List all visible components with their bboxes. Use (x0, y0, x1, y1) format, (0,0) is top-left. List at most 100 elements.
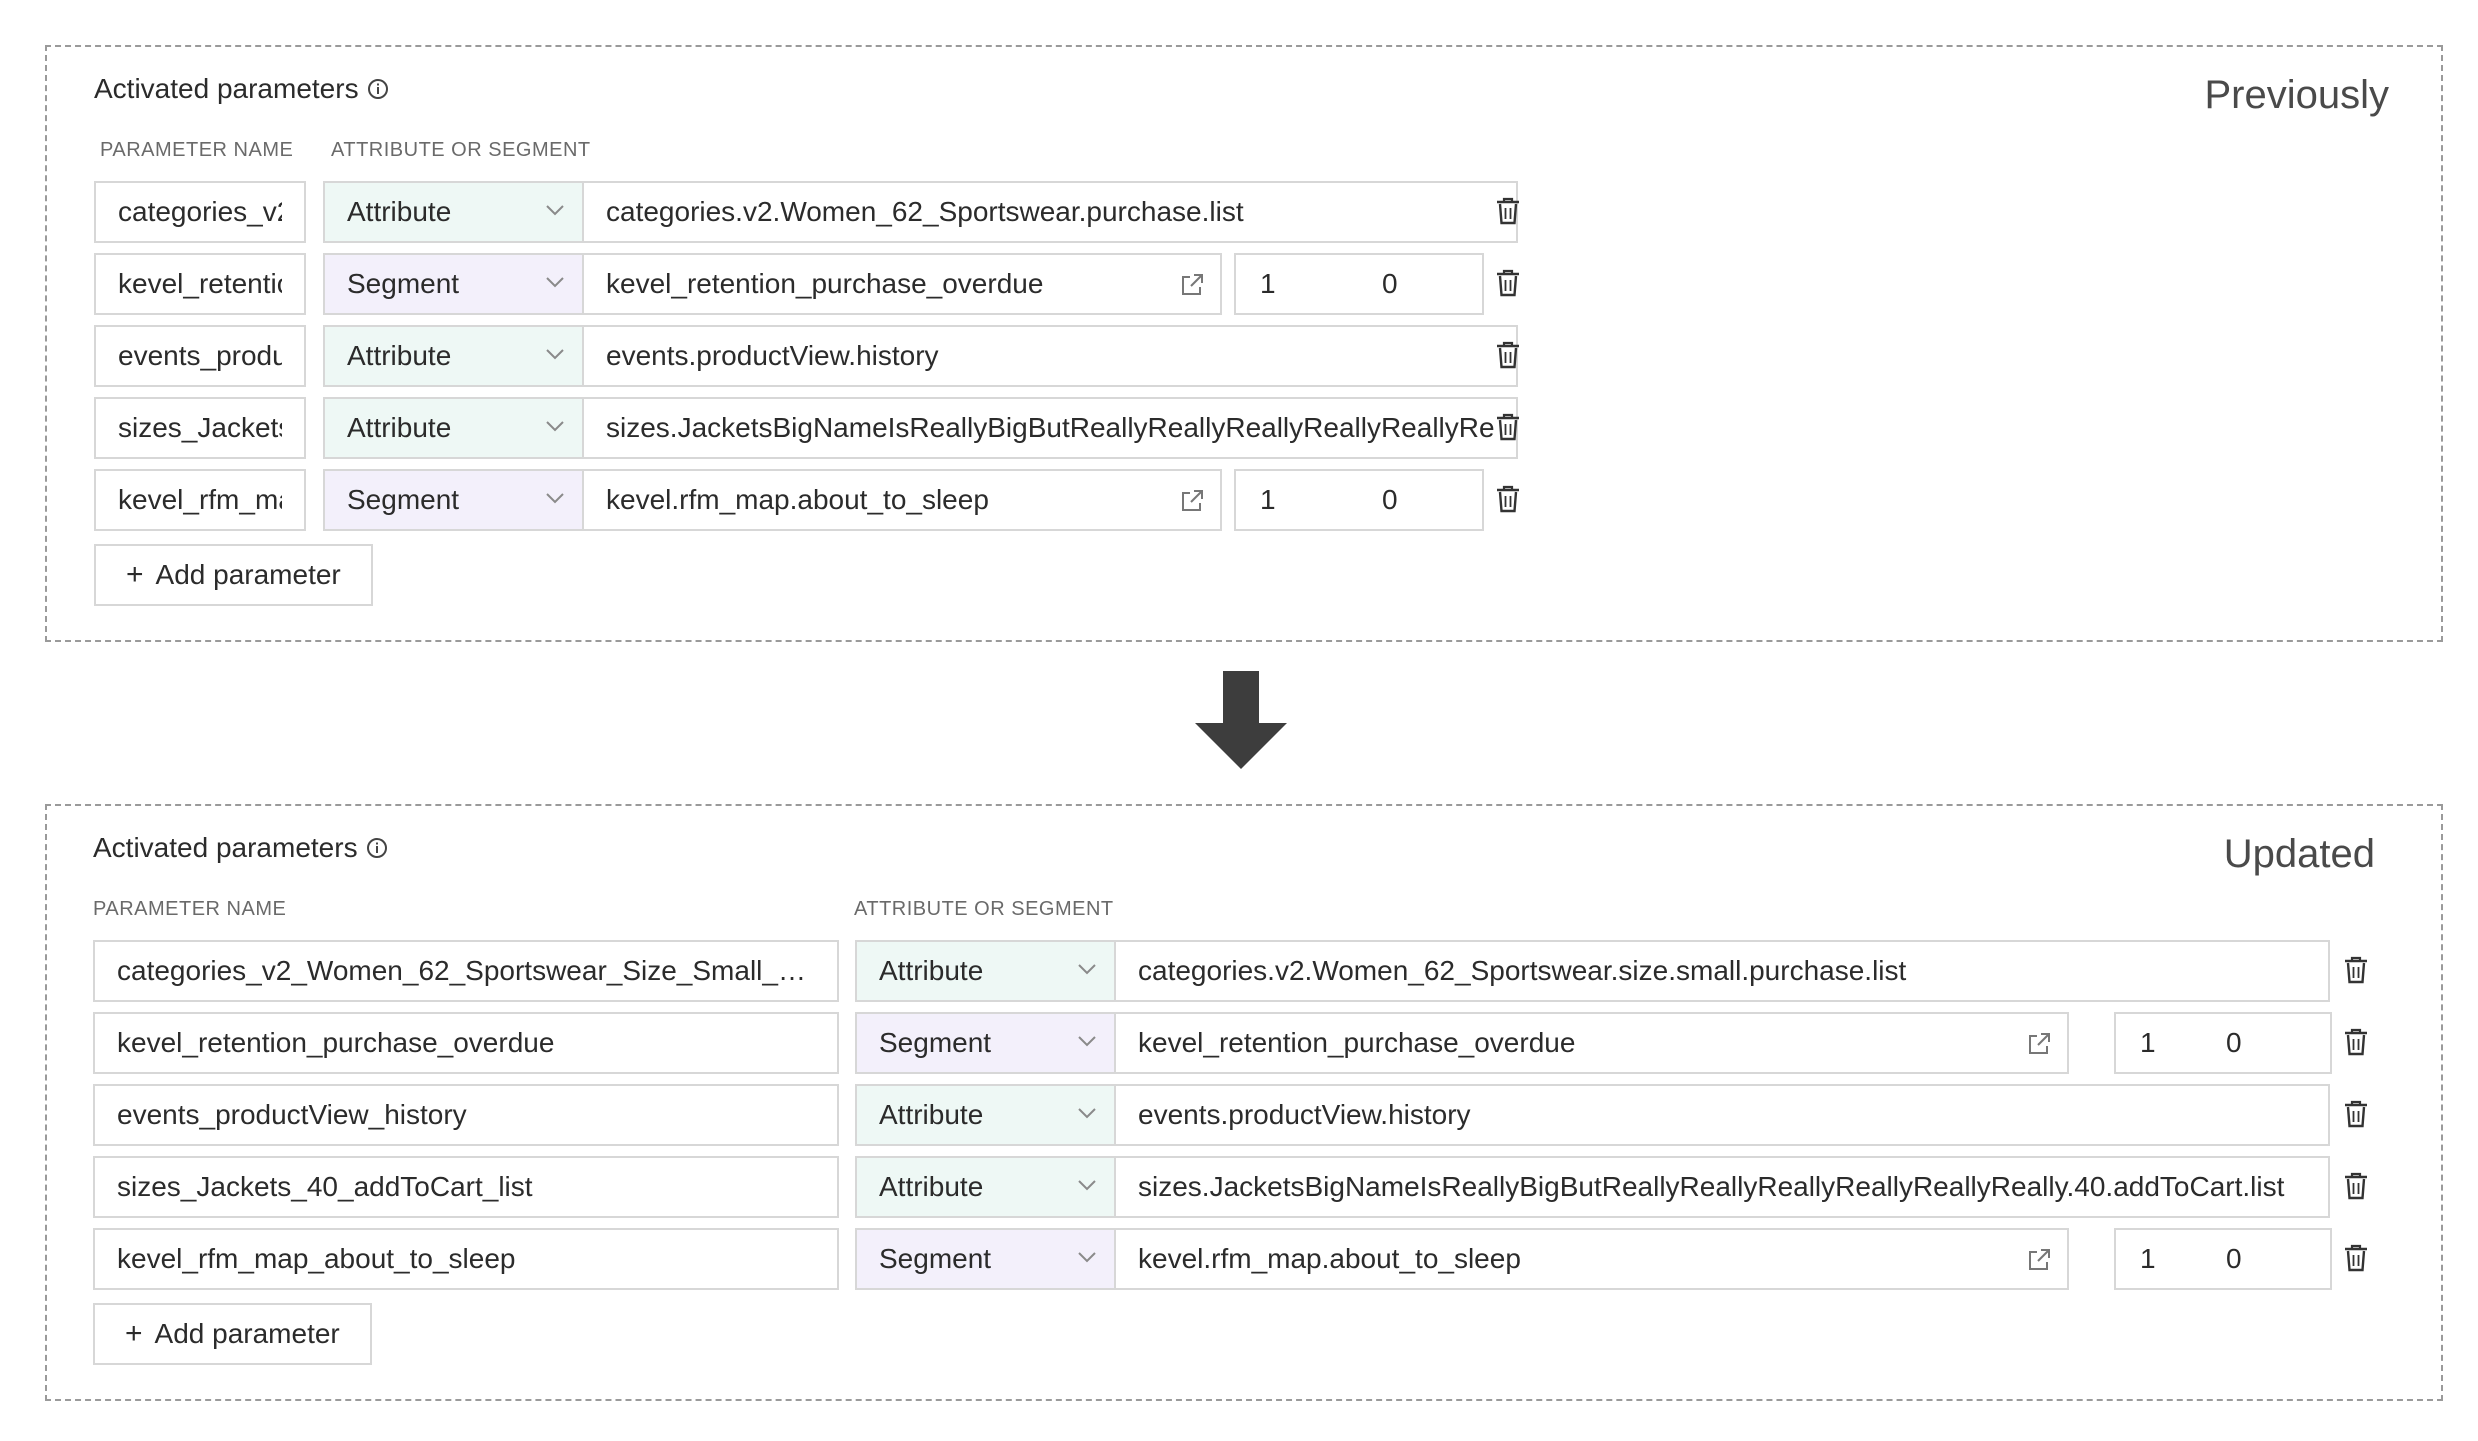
parameter-name-input[interactable]: categories_v2 (94, 181, 306, 243)
type-select-value: Segment (879, 1027, 992, 1058)
false-value-input[interactable]: 0 (1358, 253, 1484, 315)
parameter-row: kevel_retention Segment kevel_retention_pu… (47, 253, 2441, 315)
column-header-attribute-or-segment: ATTRIBUTE OR SEGMENT (331, 139, 591, 161)
add-parameter-button[interactable]: + Add parameter (93, 1303, 372, 1365)
false-value-input[interactable]: 0 (2202, 1228, 2332, 1290)
chevron-down-icon (546, 349, 564, 360)
info-circle-icon (367, 79, 388, 99)
parameter-name-value: kevel_rfm_map_about_to_sleep (117, 1243, 516, 1274)
type-select[interactable]: Attribute (855, 940, 1115, 1002)
attribute-value-input[interactable]: sizes.JacketsBigNameIsReallyBigButReally… (1114, 1156, 2330, 1218)
true-value-input[interactable]: 1 (1234, 469, 1360, 531)
chevron-down-icon (1078, 1108, 1096, 1119)
true-value: 1 (1260, 268, 1276, 299)
parameter-name-input[interactable]: kevel_retention_purchase_overdue (93, 1012, 839, 1074)
false-value-input[interactable]: 0 (1358, 469, 1484, 531)
info-circle-icon (366, 838, 387, 858)
parameter-name-input[interactable]: events_produ (94, 325, 306, 387)
parameter-row: kevel_rfm_ma Segment kevel.rfm_map.about_t… (47, 469, 2441, 531)
type-select[interactable]: Attribute (323, 181, 583, 243)
parameter-name-value: kevel_retention (118, 268, 282, 299)
type-select[interactable]: Segment (323, 253, 583, 315)
trash-icon[interactable] (2343, 1171, 2369, 1201)
attribute-value-input[interactable]: events.productView.history (1114, 1084, 2330, 1146)
add-parameter-button[interactable]: + Add parameter (94, 544, 373, 606)
parameter-name-input[interactable]: kevel_rfm_ma (94, 469, 306, 531)
section-title: Activated parameters (94, 73, 389, 105)
add-parameter-label: Add parameter (155, 559, 341, 590)
segment-value-input[interactable]: kevel_retention_purchase_overdue (1114, 1012, 2069, 1074)
updated-panel: Activated parameters Updated PARAMETER N… (45, 804, 2443, 1401)
chevron-down-icon (1078, 1180, 1096, 1191)
false-value: 0 (2226, 1243, 2242, 1274)
segment-value-input[interactable]: kevel.rfm_map.about_to_sleep (1114, 1228, 2069, 1290)
type-select[interactable]: Segment (323, 469, 583, 531)
external-link-icon[interactable] (2025, 1030, 2053, 1058)
trash-icon[interactable] (2343, 1243, 2369, 1273)
parameter-name-input[interactable]: kevel_rfm_map_about_to_sleep (93, 1228, 839, 1290)
parameter-name-input[interactable]: kevel_retention (94, 253, 306, 315)
parameter-name-value: categories_v2_Women_62_Sportswear_Size_S… (117, 955, 815, 986)
previous-panel: Activated parameters Previously PARAMETE… (45, 45, 2443, 642)
true-value: 1 (2140, 1027, 2156, 1058)
state-label-previously: Previously (2204, 73, 2389, 117)
parameter-name-input[interactable]: sizes_Jackets_ (94, 397, 306, 459)
segment-value-input[interactable]: kevel.rfm_map.about_to_sleep (582, 469, 1222, 531)
parameter-name-value: events_produ (118, 340, 282, 371)
trash-icon[interactable] (1495, 484, 1521, 514)
parameter-name-input[interactable]: categories_v2_Women_62_Sportswear_Size_S… (93, 940, 839, 1002)
segment-value-input[interactable]: kevel_retention_purchase_overdue (582, 253, 1222, 315)
column-header-attribute-or-segment: ATTRIBUTE OR SEGMENT (854, 898, 1114, 920)
trash-icon[interactable] (2343, 1099, 2369, 1129)
type-select[interactable]: Attribute (323, 325, 583, 387)
parameter-name-value: events_productView_history (117, 1099, 467, 1130)
external-link-icon[interactable] (2025, 1246, 2053, 1274)
type-select[interactable]: Segment (855, 1228, 1115, 1290)
arrow-down-icon (1195, 671, 1287, 769)
parameter-name-input[interactable]: sizes_Jackets_40_addToCart_list (93, 1156, 839, 1218)
type-select-value: Attribute (347, 340, 452, 371)
chevron-down-icon (1078, 1252, 1096, 1263)
state-label-updated: Updated (2223, 832, 2375, 876)
trash-icon[interactable] (2343, 1027, 2369, 1057)
attribute-value-input[interactable]: categories.v2.Women_62_Sportswear.purcha… (582, 181, 1518, 243)
plus-icon: + (126, 558, 144, 591)
type-select-value: Attribute (347, 412, 452, 443)
type-select[interactable]: Attribute (855, 1084, 1115, 1146)
type-select[interactable]: Attribute (855, 1156, 1115, 1218)
true-value: 1 (1260, 484, 1276, 515)
attribute-value-input[interactable]: categories.v2.Women_62_Sportswear.size.s… (1114, 940, 2330, 1002)
trash-icon[interactable] (2343, 955, 2369, 985)
segment-value: kevel_retention_purchase_overdue (606, 268, 1044, 299)
true-value-input[interactable]: 1 (1234, 253, 1360, 315)
plus-icon: + (125, 1317, 143, 1350)
type-select-value: Segment (879, 1243, 992, 1274)
attribute-value-input[interactable]: sizes.JacketsBigNameIsReallyBigButReally… (582, 397, 1518, 459)
type-select[interactable]: Segment (855, 1012, 1115, 1074)
trash-icon[interactable] (1495, 340, 1521, 370)
chevron-down-icon (1078, 1036, 1096, 1047)
column-header-parameter-name: PARAMETER NAME (93, 898, 287, 920)
false-value: 0 (2226, 1027, 2242, 1058)
trash-icon[interactable] (1495, 412, 1521, 442)
chevron-down-icon (546, 421, 564, 432)
type-select-value: Segment (347, 268, 460, 299)
parameter-row: categories_v2 Attribute categories.v2.Wome… (47, 181, 2441, 243)
type-select-value: Attribute (879, 1099, 984, 1130)
parameter-name-value: sizes_Jackets_ (118, 412, 282, 443)
false-value-input[interactable]: 0 (2202, 1012, 2332, 1074)
chevron-down-icon (1078, 964, 1096, 975)
section-title-text: Activated parameters (94, 73, 359, 104)
true-value: 1 (2140, 1243, 2156, 1274)
trash-icon[interactable] (1495, 196, 1521, 226)
trash-icon[interactable] (1495, 268, 1521, 298)
type-select-value: Attribute (347, 196, 452, 227)
external-link-icon[interactable] (1178, 487, 1206, 515)
parameter-name-input[interactable]: events_productView_history (93, 1084, 839, 1146)
type-select[interactable]: Attribute (323, 397, 583, 459)
external-link-icon[interactable] (1178, 271, 1206, 299)
parameter-name-value: sizes_Jackets_40_addToCart_list (117, 1171, 533, 1202)
attribute-value: events.productView.history (606, 340, 939, 371)
attribute-value-input[interactable]: events.productView.history (582, 325, 1518, 387)
add-parameter-label: Add parameter (154, 1318, 340, 1349)
